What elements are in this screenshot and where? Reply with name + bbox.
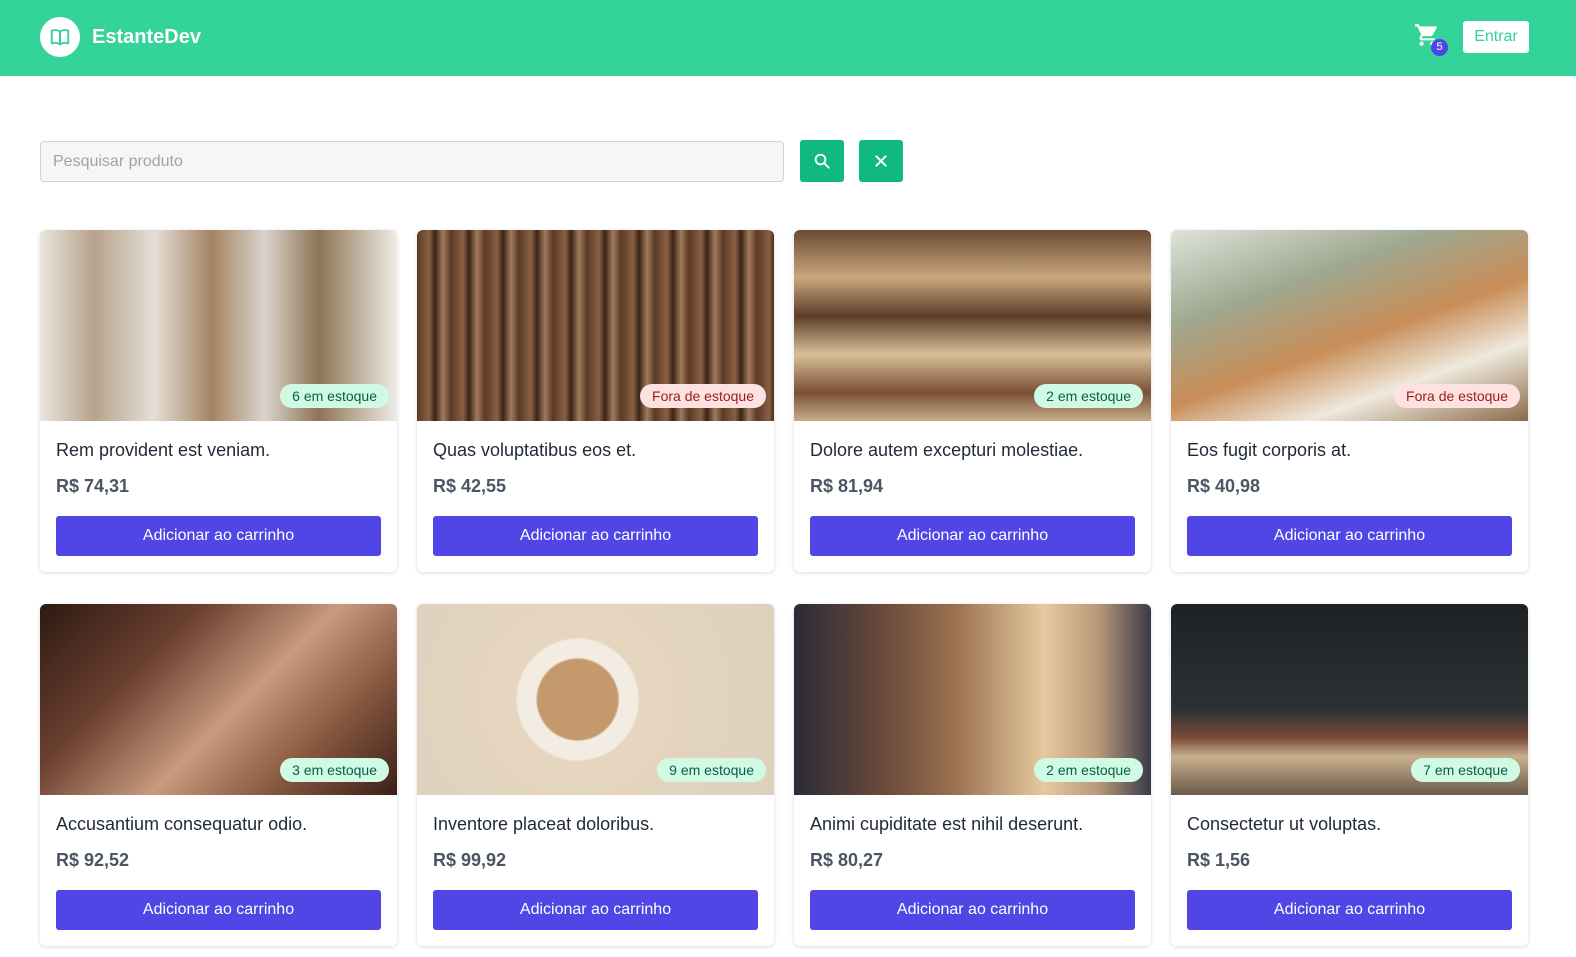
stock-badge: 7 em estoque xyxy=(1411,758,1520,782)
product-price: R$ 81,94 xyxy=(810,476,884,496)
add-to-cart-button[interactable]: Adicionar ao carrinho xyxy=(56,516,381,556)
product-image: 9 em estoque xyxy=(417,604,774,795)
add-to-cart-button[interactable]: Adicionar ao carrinho xyxy=(1187,890,1512,930)
stock-badge: Fora de estoque xyxy=(1394,384,1520,408)
product-image: 2 em estoque xyxy=(794,604,1151,795)
product-card: Fora de estoque Eos fugit corporis at. R… xyxy=(1171,230,1528,572)
product-card: 7 em estoque Consectetur ut voluptas. R$… xyxy=(1171,604,1528,946)
stock-badge: Fora de estoque xyxy=(640,384,766,408)
search-button[interactable] xyxy=(800,140,844,182)
add-to-cart-button[interactable]: Adicionar ao carrinho xyxy=(810,890,1135,930)
product-price: R$ 99,92 xyxy=(433,850,507,870)
stock-badge: 9 em estoque xyxy=(657,758,766,782)
product-image: 3 em estoque xyxy=(40,604,397,795)
product-title: Consectetur ut voluptas. xyxy=(1187,814,1382,834)
product-price: R$ 80,27 xyxy=(810,850,884,870)
book-open-icon xyxy=(40,17,80,57)
search-icon xyxy=(814,153,830,169)
product-price: R$ 40,98 xyxy=(1187,476,1261,496)
product-price: R$ 1,56 xyxy=(1187,850,1251,870)
product-title: Quas voluptatibus eos et. xyxy=(433,440,637,460)
product-image: 6 em estoque xyxy=(40,230,397,421)
clear-search-button[interactable] xyxy=(859,140,903,182)
add-to-cart-button[interactable]: Adicionar ao carrinho xyxy=(810,516,1135,556)
close-icon xyxy=(875,155,887,167)
add-to-cart-button[interactable]: Adicionar ao carrinho xyxy=(56,890,381,930)
cart-button[interactable]: 5 xyxy=(1414,22,1448,56)
product-image: Fora de estoque xyxy=(1171,230,1528,421)
product-image: 2 em estoque xyxy=(794,230,1151,421)
product-title: Inventore placeat doloribus. xyxy=(433,814,655,834)
add-to-cart-button[interactable]: Adicionar ao carrinho xyxy=(433,890,758,930)
stock-badge: 2 em estoque xyxy=(1034,758,1143,782)
cart-count-badge: 5 xyxy=(1431,39,1448,56)
search-input[interactable] xyxy=(40,141,784,182)
product-title: Accusantium consequatur odio. xyxy=(56,814,308,834)
product-card: 2 em estoque Animi cupiditate est nihil … xyxy=(794,604,1151,946)
stock-badge: 2 em estoque xyxy=(1034,384,1143,408)
stock-badge: 3 em estoque xyxy=(280,758,389,782)
product-price: R$ 74,31 xyxy=(56,476,130,496)
product-title: Animi cupiditate est nihil deserunt. xyxy=(810,814,1084,834)
product-price: R$ 42,55 xyxy=(433,476,507,496)
add-to-cart-button[interactable]: Adicionar ao carrinho xyxy=(433,516,758,556)
add-to-cart-button[interactable]: Adicionar ao carrinho xyxy=(1187,516,1512,556)
product-card: 2 em estoque Dolore autem excepturi mole… xyxy=(794,230,1151,572)
product-image: 7 em estoque xyxy=(1171,604,1528,795)
product-title: Eos fugit corporis at. xyxy=(1187,440,1352,460)
product-card: 6 em estoque Rem provident est veniam. R… xyxy=(40,230,397,572)
product-image: Fora de estoque xyxy=(417,230,774,421)
product-title: Rem provident est veniam. xyxy=(56,440,271,460)
top-navbar: EstanteDev 5 Entrar xyxy=(0,0,1576,76)
login-button[interactable]: Entrar xyxy=(1463,21,1529,53)
brand-name: EstanteDev xyxy=(92,25,201,48)
product-card: 3 em estoque Accusantium consequatur odi… xyxy=(40,604,397,946)
product-title: Dolore autem excepturi molestiae. xyxy=(810,440,1084,460)
stock-badge: 6 em estoque xyxy=(280,384,389,408)
product-card: 9 em estoque Inventore placeat doloribus… xyxy=(417,604,774,946)
brand[interactable]: EstanteDev xyxy=(40,17,201,57)
product-card: Fora de estoque Quas voluptatibus eos et… xyxy=(417,230,774,572)
product-price: R$ 92,52 xyxy=(56,850,130,870)
